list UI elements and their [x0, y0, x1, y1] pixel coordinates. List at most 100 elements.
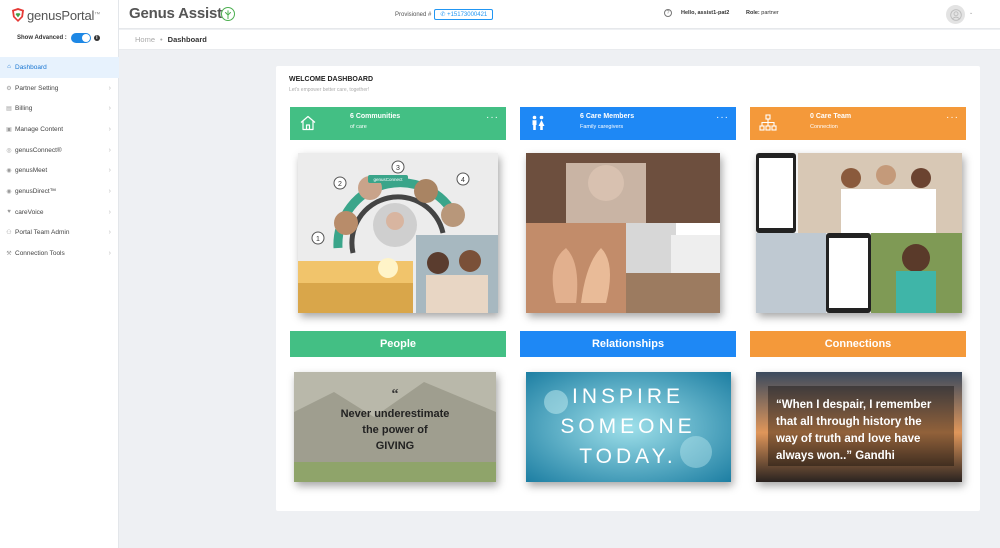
chevron-right-icon: ›: [108, 187, 111, 195]
top-header: Genus Assist Provisioned # ✆ +1517300042…: [119, 0, 1000, 29]
sidebar-item-genusconnect[interactable]: ◎ genusConnect® ›: [0, 140, 119, 161]
quote-gandhi: “When I despair, I remember that all thr…: [756, 372, 962, 482]
sidebar-item-label: careVoice: [15, 208, 44, 216]
quote-line: TODAY.: [579, 445, 677, 468]
quote-line: GIVING: [376, 440, 415, 452]
quote-giving: “ Never underestimate the power of GIVIN…: [294, 372, 496, 482]
relationships-button[interactable]: Relationships: [520, 331, 736, 357]
org-chart-icon: [759, 114, 777, 131]
provisioned-phone[interactable]: ✆ +15173000421: [434, 9, 494, 20]
role-label: Role:: [746, 10, 760, 16]
meet-icon: ◉: [6, 168, 12, 175]
more-icon[interactable]: ···: [486, 112, 499, 123]
stat-label: Connection: [810, 124, 838, 130]
step-label: 4: [461, 177, 465, 184]
direct-icon: ◉: [6, 188, 12, 195]
sidebar-item-label: genusConnect®: [15, 146, 62, 154]
genus-portal-logo[interactable]: genusPortal ™: [12, 6, 100, 24]
sidebar-item-portal-team-admin[interactable]: ⚇ Portal Team Admin ›: [0, 223, 119, 244]
breadcrumb-current: Dashboard: [167, 35, 207, 44]
chevron-right-icon: ›: [108, 167, 111, 175]
show-advanced-toggle[interactable]: [70, 33, 91, 43]
sidebar-item-label: Dashboard: [15, 63, 47, 71]
sidebar-nav: ⌂ Dashboard ⚙ Partner Setting › ▤ Billin…: [0, 57, 119, 264]
shield-icon: [12, 8, 24, 22]
quote-inspire: INSPIRE SOMEONE TODAY.: [526, 372, 731, 482]
stat-label: Family caregivers: [580, 124, 624, 130]
stat-care-members[interactable]: 6 Care Members Family caregivers ···: [520, 107, 736, 140]
connections-image: [756, 153, 962, 313]
hello-user: Hello, assist1-pat2: [681, 10, 730, 16]
chevron-right-icon: ›: [108, 208, 111, 216]
more-icon[interactable]: ···: [946, 112, 959, 123]
step-label: 1: [316, 236, 320, 243]
team-icon: ⚇: [6, 230, 12, 237]
people-infographic-image[interactable]: 1 2 3 4 genusConnect: [298, 153, 498, 313]
connections-button[interactable]: Connections: [750, 331, 966, 357]
help-icon[interactable]: ?: [664, 9, 672, 17]
quote-gandhi-image[interactable]: “When I despair, I remember that all thr…: [756, 372, 962, 482]
provisioned-label: Provisioned #: [395, 11, 432, 18]
sidebar-item-label: genusDirect™: [15, 187, 57, 195]
quote-line: “When I despair, I remember: [776, 399, 932, 411]
breadcrumb: Home • Dashboard: [119, 30, 1000, 50]
stat-value: 0 Care Team: [810, 113, 852, 120]
sidebar-item-genusdirect[interactable]: ◉ genusDirect™ ›: [0, 181, 119, 202]
stat-value: 6 Communities: [350, 113, 401, 120]
show-advanced-label: Show Advanced :: [17, 35, 67, 41]
avatar[interactable]: [946, 5, 965, 24]
phone-number: +15173000421: [447, 12, 488, 18]
chevron-right-icon: ›: [108, 146, 111, 154]
breadcrumb-home[interactable]: Home: [135, 35, 155, 44]
sidebar-item-connection-tools[interactable]: ⚒ Connection Tools ›: [0, 243, 119, 264]
sidebar-item-genusmeet[interactable]: ◉ genusMeet ›: [0, 160, 119, 181]
quote-line: Never underestimate: [341, 408, 450, 420]
chevron-right-icon: ›: [108, 229, 111, 237]
sidebar-item-label: genusMeet: [15, 167, 48, 175]
connections-collage-image[interactable]: [756, 153, 962, 313]
sidebar-item-dashboard[interactable]: ⌂ Dashboard: [0, 57, 119, 78]
quote-line: INSPIRE: [572, 385, 684, 408]
quote-inspire-image[interactable]: INSPIRE SOMEONE TODAY.: [526, 372, 731, 482]
sidebar-item-carevoice[interactable]: ♥ careVoice ›: [0, 202, 119, 223]
chevron-right-icon: ›: [108, 125, 111, 133]
stat-care-team[interactable]: 0 Care Team Connection ···: [750, 107, 966, 140]
quote-line: the power of: [362, 424, 428, 436]
stat-label: of care: [350, 124, 367, 130]
sidebar: genusPortal ™ Show Advanced : i ⌂ Dashbo…: [0, 0, 119, 548]
sidebar-item-manage-content[interactable]: ▣ Manage Content ›: [0, 119, 119, 140]
more-icon[interactable]: ···: [716, 112, 729, 123]
sidebar-item-label: Portal Team Admin: [15, 229, 70, 237]
chevron-right-icon: ›: [108, 105, 111, 113]
logo-text: genusPortal: [27, 7, 95, 23]
genus-assist-logo-icon: [221, 7, 235, 21]
sidebar-item-label: Partner Setting: [15, 84, 59, 92]
show-advanced: Show Advanced : i: [17, 33, 100, 43]
people-icon: [532, 115, 545, 130]
sidebar-item-billing[interactable]: ▤ Billing ›: [0, 98, 119, 119]
content-icon: ▣: [6, 126, 12, 133]
document-icon: ▤: [6, 106, 12, 113]
user-icon: [949, 8, 962, 21]
role-value: partner: [761, 10, 779, 16]
home-icon: ⌂: [7, 64, 11, 71]
people-button[interactable]: People: [290, 331, 506, 357]
relationships-image: [526, 153, 720, 313]
page-subtitle: Let's empower better care, together!: [289, 87, 370, 93]
quote-line: that all through history the: [776, 416, 922, 428]
quote-line: always won..” Gandhi: [776, 450, 895, 462]
sidebar-item-partner-setting[interactable]: ⚙ Partner Setting ›: [0, 78, 119, 99]
tools-icon: ⚒: [6, 251, 12, 258]
quote-line: way of truth and love have: [775, 433, 920, 445]
chevron-down-icon[interactable]: ⌄: [969, 10, 973, 16]
home-outline-icon: [300, 115, 316, 131]
info-icon[interactable]: i: [93, 35, 100, 41]
stat-value: 6 Care Members: [580, 113, 635, 120]
step-label: 2: [338, 181, 342, 188]
quote-giving-image[interactable]: “ Never underestimate the power of GIVIN…: [294, 372, 496, 482]
relationships-collage-image[interactable]: [526, 153, 720, 313]
logo-tm: ™: [94, 12, 101, 18]
step-label: 3: [396, 165, 400, 172]
diagram-center-label: genusConnect: [373, 177, 403, 182]
stat-communities[interactable]: 6 Communities of care ···: [290, 107, 506, 140]
